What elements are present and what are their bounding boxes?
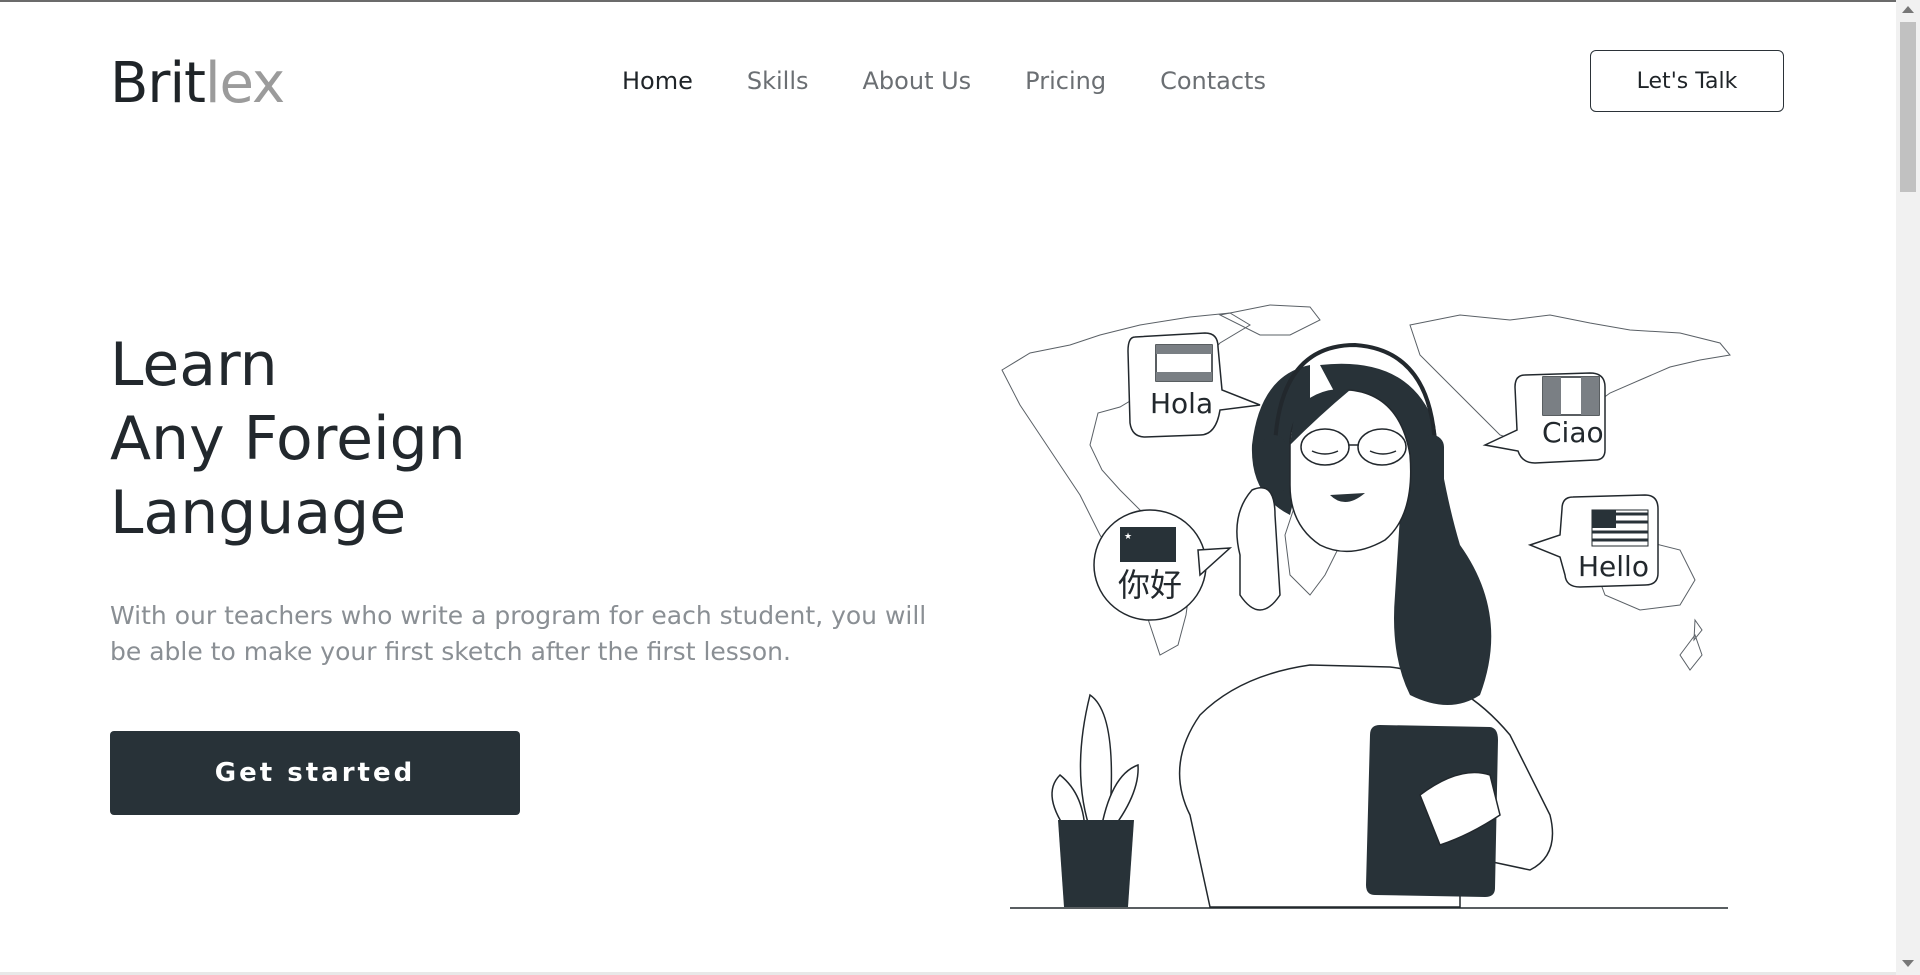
window-top-border: [0, 0, 1920, 2]
hero-subtitle: With our teachers who write a program fo…: [110, 601, 927, 666]
get-started-button[interactable]: Get started: [110, 731, 520, 815]
hero-title-line-3: Language: [110, 478, 407, 548]
hero-illustration: Hola Ciao ★ 你好 Hello: [1001, 304, 1731, 909]
lets-talk-button[interactable]: Let's Talk: [1590, 50, 1784, 112]
brand-logo-part2: lex: [204, 51, 285, 116]
bubble-hello: Hello: [1527, 494, 1659, 588]
scroll-up-arrow-icon[interactable]: [1902, 6, 1914, 13]
bubble-hola-text: Hola: [1150, 387, 1213, 420]
plant-illustration: [1051, 693, 1139, 907]
vertical-scrollbar[interactable]: [1896, 0, 1920, 975]
bubble-hello-text: Hello: [1578, 550, 1649, 583]
brand-logo[interactable]: Britlex: [110, 50, 285, 118]
nav-about-us[interactable]: About Us: [863, 64, 972, 98]
girl-illustration: [1178, 342, 1554, 908]
brand-logo-part1: Brit: [110, 51, 206, 116]
nav-contacts[interactable]: Contacts: [1160, 64, 1266, 98]
nav-home[interactable]: Home: [622, 64, 693, 98]
bubble-hola: Hola: [1127, 332, 1261, 438]
nav-skills[interactable]: Skills: [747, 64, 809, 98]
bubble-nihao: ★ 你好: [1093, 509, 1233, 621]
bubble-nihao-text: 你好: [1118, 566, 1182, 604]
main-nav: Home Skills About Us Pricing Contacts: [622, 64, 1266, 98]
hero-title-line-1: Learn: [110, 330, 278, 400]
hero-title-line-2: Any Foreign: [110, 404, 466, 474]
hero-title: Learn Any Foreign Language: [110, 328, 466, 550]
star-icon: ★: [1124, 532, 1132, 542]
scroll-down-arrow-icon[interactable]: [1902, 960, 1914, 967]
bubble-ciao-text: Ciao: [1542, 416, 1604, 449]
bubble-ciao: Ciao: [1482, 372, 1606, 464]
scrollbar-thumb[interactable]: [1900, 22, 1916, 192]
nav-pricing[interactable]: Pricing: [1025, 64, 1106, 98]
